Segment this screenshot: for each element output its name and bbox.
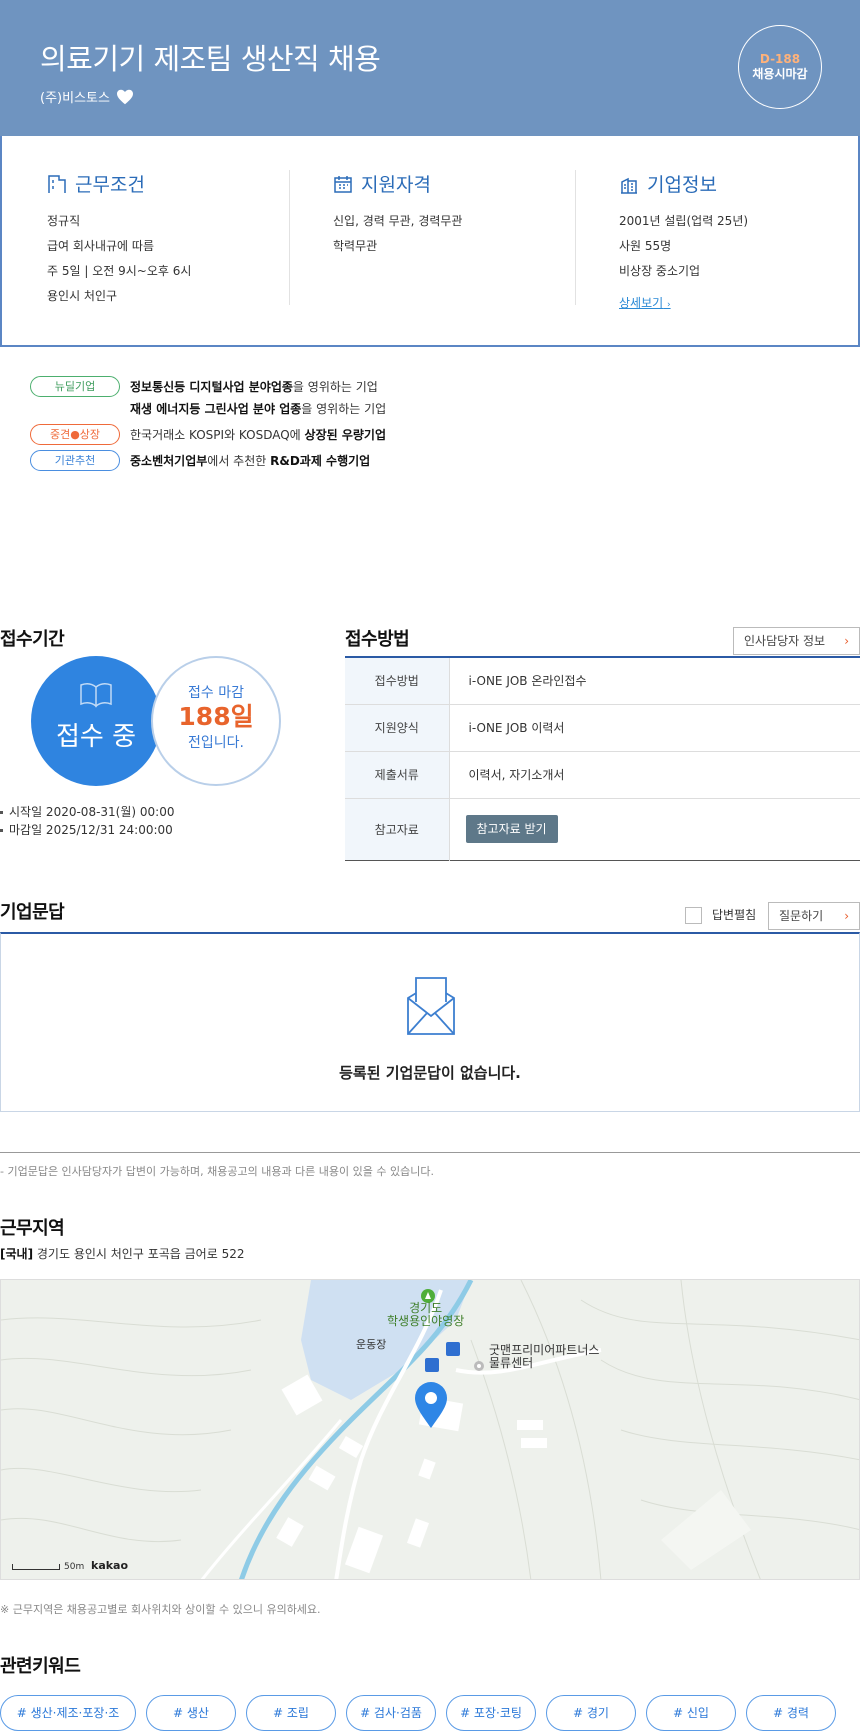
qualifications: 지원자격 신입, 경력 무관, 경력무관 학력무관 [333,170,462,259]
map-scale: 50m [12,1562,84,1572]
reception-status-circle: 접수 중 [31,656,161,786]
keyword-list: # 생산·제조·포장·조립 # 생산 # 조립 # 검사·검품 # 포장·코팅 … [0,1695,836,1731]
keyword-tag[interactable]: # 조립 [246,1695,336,1731]
work-type: 정규직 [47,214,81,228]
company-type: 비상장 중소기업 [619,264,701,278]
badge-row: 중견●상장 한국거래소 KOSPI와 KOSDAQ에 상장된 우량기업 [30,424,386,446]
keyword-tag[interactable]: # 경기 [546,1695,636,1731]
calendar-icon [334,175,352,193]
badge-recommended: 기관추천 [30,450,120,471]
deadline-circle: 접수 마감 188일 전입니다. [151,656,281,786]
chevron-right-icon: › [844,909,849,923]
favorite-heart-icon[interactable] [116,89,134,105]
qualify-career: 신입, 경력 무관, 경력무관 [333,214,463,228]
keyword-tag[interactable]: # 경력 [746,1695,836,1731]
table-row: 참고자료 참고자료 받기 [345,798,860,860]
chevron-right-icon: › [667,300,671,310]
method-table: 접수방법 i-ONE JOB 온라인접수 지원양식 i-ONE JOB 이력서 제출… [345,656,860,861]
work-conditions: 근무조건 정규직 급여 회사내규에 따름 주 5일 | 오전 9시~오후 6시 … [47,170,191,309]
table-row: 지원양식 i-ONE JOB 이력서 [345,704,860,752]
work-salary: 급여 회사내규에 따름 [47,239,154,253]
work-conditions-title: 근무조건 [75,174,145,196]
location-map[interactable]: 경기도 학생용인야영장 운동장 굿맨프리미어파트너스 물류센터 50m kakao [0,1279,860,1580]
expand-answers-label[interactable]: 답변펼침 [712,907,756,924]
company-info: 기업정보 2001년 설립(업력 25년) 사원 55명 비상장 중소기업 상세… [619,170,748,311]
ask-question-button[interactable]: 질문하기 › [768,902,860,930]
deadline-type: 채용시마감 [752,67,808,81]
dday-count: D-188 [759,52,801,66]
days-remaining: 188일 [178,702,254,731]
badge-row: 뉴딜기업 정보통신등 디지털사업 분야업종을 영위하는 기업 재생 에너지등 그… [30,376,386,420]
company-info-title: 기업정보 [647,174,717,196]
job-header: 의료기기 제조팀 생산직 채용 (주)비스토스 D-188 채용시마감 [0,0,860,136]
badge-newdeal: 뉴딜기업 [30,376,120,397]
keyword-tag[interactable]: # 검사·검품 [346,1695,436,1731]
table-cell: i-ONE JOB 온라인접수 [449,657,860,705]
map-brand-logo[interactable]: kakao [91,1559,128,1572]
badge-row: 기관추천 중소벤처기업부에서 추천한 R&D과제 수행기업 [30,450,386,472]
qualifications-title: 지원자격 [361,174,431,196]
company-name-row: (주)비스토스 [40,87,134,106]
keyword-tag[interactable]: # 신입 [646,1695,736,1731]
building-icon [48,174,66,193]
badge-description: 정보통신등 디지털사업 분야업종을 영위하는 기업 재생 에너지등 그린사업 분… [130,380,387,416]
hr-contact-button[interactable]: 인사담당자 정보 › [733,627,860,655]
work-hours: 주 5일 | 오전 9시~오후 6시 [47,264,192,278]
company-detail-link[interactable]: 상세보기 › [619,294,671,311]
chevron-right-icon: › [844,634,849,648]
keywords-title: 관련키워드 [0,1656,81,1677]
start-date: 시작일 2020-08-31(월) 00:00 [0,803,174,821]
keyword-tag[interactable]: # 생산·제조·포장·조립 [0,1695,136,1731]
table-header: 접수방법 [345,657,450,705]
reception-title: 접수기간 [0,629,65,650]
map-poi-field[interactable]: 운동장 [356,1338,386,1351]
location-note: ※ 근무지역은 채용공고별로 회사위치와 상이할 수 있으니 유의하세요. [0,1603,321,1616]
divider [0,1152,860,1153]
qna-empty-box: 등록된 기업문답이 없습니다. [0,932,860,1112]
table-header: 제출서류 [345,751,450,799]
divider [289,170,290,305]
qualify-education: 학력무관 [333,239,378,253]
keyword-tag[interactable]: # 생산 [146,1695,236,1731]
map-poi-logistics[interactable]: 굿맨프리미어파트너스 물류센터 [489,1344,599,1370]
dday-badge: D-188 채용시마감 [738,25,822,109]
reception-dates: 시작일 2020-08-31(월) 00:00 마감일 2025/12/31 2… [0,803,174,839]
company-badges: 뉴딜기업 정보통신등 디지털사업 분야업종을 영위하는 기업 재생 에너지등 그… [30,376,386,476]
work-location: 용인시 처인구 [47,289,118,303]
table-row: 제출서류 이력서, 자기소개서 [345,751,860,799]
badge-description: 한국거래소 KOSPI와 KOSDAQ에 상장된 우량기업 [130,428,386,442]
work-address: [국내] 경기도 용인시 처인구 포곡읍 금어로 522 [0,1247,245,1261]
divider [575,170,576,305]
table-row: 접수방법 i-ONE JOB 온라인접수 [345,657,860,705]
keyword-tag[interactable]: # 포장·코팅 [446,1695,536,1731]
days-suffix: 전입니다. [188,735,244,751]
table-cell: 참고자료 받기 [449,798,860,860]
qna-title: 기업문답 [0,902,65,923]
end-date: 마감일 2025/12/31 24:00:00 [0,821,174,839]
table-header: 지원양식 [345,704,450,752]
office-icon [621,177,637,194]
deadline-label: 접수 마감 [188,685,244,701]
reception-status: 접수 중 [55,722,137,752]
map-poi-campground[interactable]: 경기도 학생용인야영장 [387,1302,464,1328]
badge-listed: 중견●상장 [30,424,120,445]
envelope-icon [407,977,455,1035]
table-cell: i-ONE JOB 이력서 [449,704,860,752]
qna-note: - 기업문답은 인사담당자가 답변이 가능하며, 채용공고의 내용과 다른 내용… [0,1165,434,1178]
company-name[interactable]: (주)비스토스 [40,87,110,106]
table-header: 참고자료 [345,798,450,860]
company-founded: 2001년 설립(업력 25년) [619,214,749,228]
book-icon [80,682,112,708]
method-title: 접수방법 [345,629,410,650]
download-reference-button[interactable]: 참고자료 받기 [465,815,558,843]
table-cell: 이력서, 자기소개서 [449,751,860,799]
expand-answers-checkbox[interactable] [685,907,702,924]
job-summary-box: 근무조건 정규직 급여 회사내규에 따름 주 5일 | 오전 9시~오후 6시 … [0,136,860,347]
job-title: 의료기기 제조팀 생산직 채용 [40,42,381,76]
badge-description: 중소벤처기업부에서 추천한 R&D과제 수행기업 [130,454,371,468]
location-title: 근무지역 [0,1218,65,1239]
qna-empty-message: 등록된 기업문답이 없습니다. [339,1064,521,1082]
company-employees: 사원 55명 [619,239,672,253]
